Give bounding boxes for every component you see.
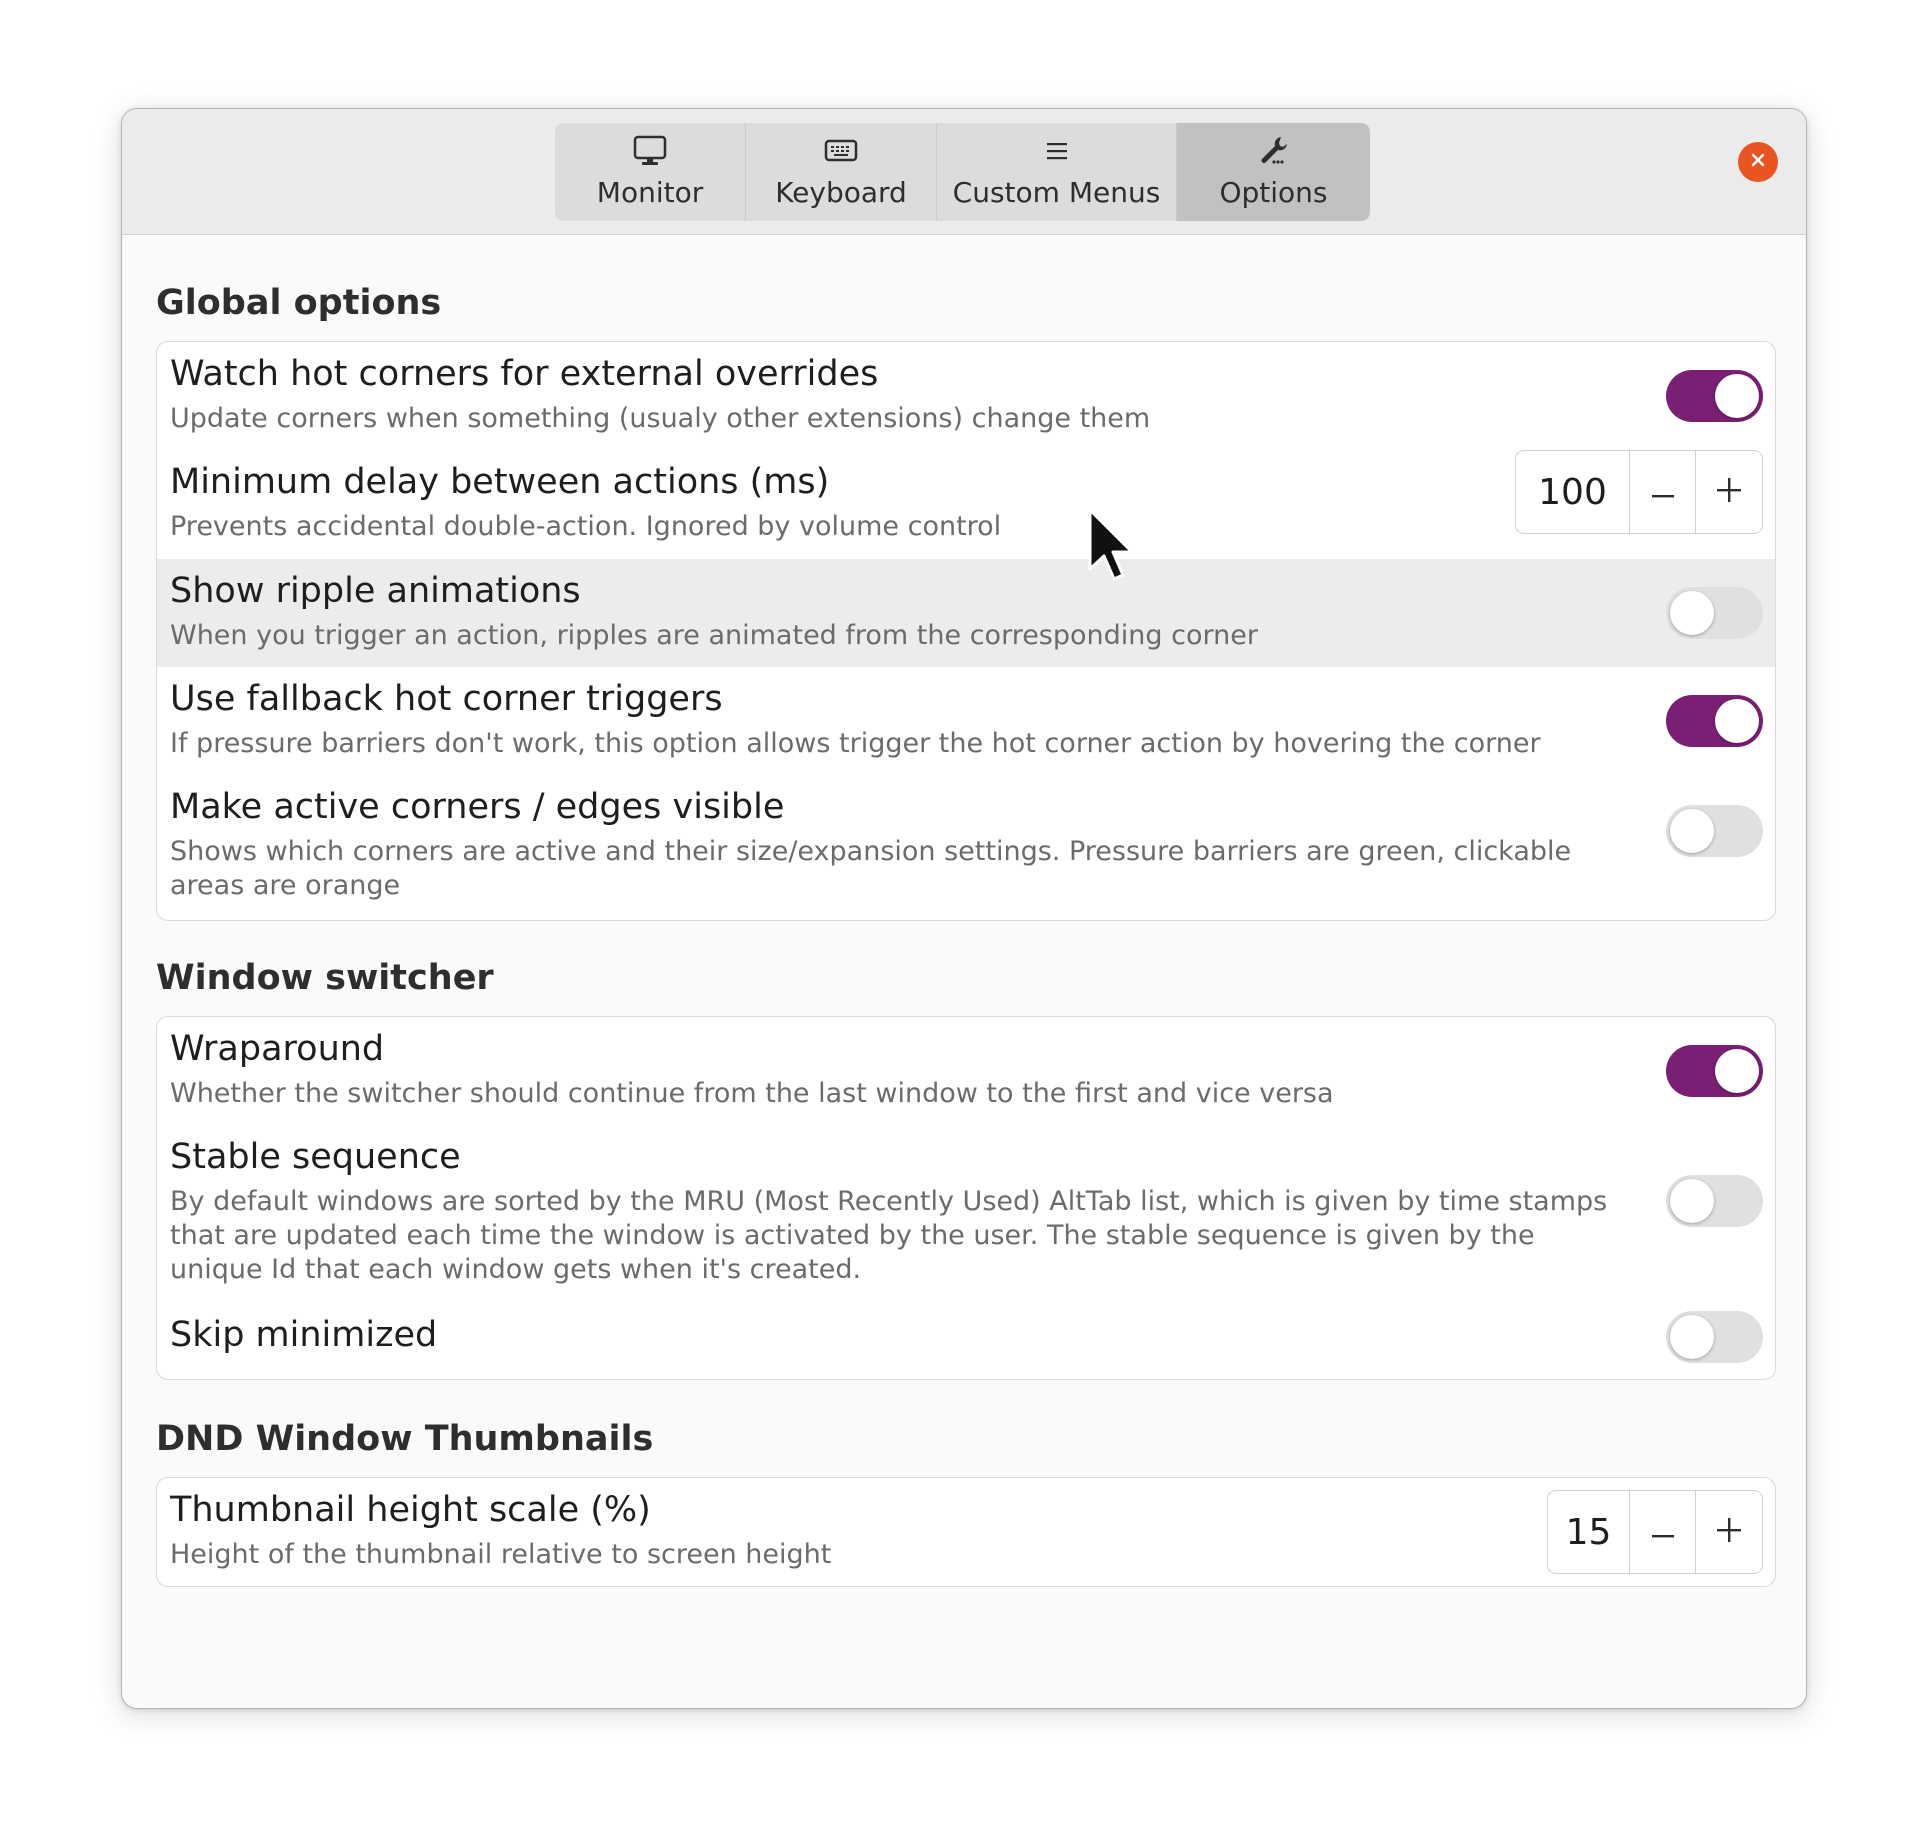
wrench-icon: [1256, 133, 1292, 169]
setting-row-fallback-triggers[interactable]: Use fallback hot corner triggers If pres…: [157, 667, 1775, 775]
section-title-dnd-thumbnails: DND Window Thumbnails: [156, 1419, 654, 1459]
options-page: Global options Watch hot corners for ext…: [122, 235, 1806, 1708]
ripple-animations-toggle[interactable]: [1666, 587, 1763, 639]
header-bar: Monitor Keyboard Custom Menus Options: [122, 109, 1806, 235]
decrement-button[interactable]: [1630, 451, 1696, 533]
fallback-triggers-toggle[interactable]: [1666, 695, 1763, 747]
setting-title: Make active corners / edges visible: [170, 787, 785, 827]
tab-keyboard[interactable]: Keyboard: [746, 123, 937, 221]
toggle-knob: [1670, 591, 1714, 635]
section-title-global: Global options: [156, 283, 442, 323]
setting-subtitle: If pressure barriers don't work, this op…: [170, 728, 1541, 759]
close-icon: [1750, 152, 1766, 172]
setting-subtitle: Update corners when something (usualy ot…: [170, 403, 1151, 434]
section-title-window-switcher: Window switcher: [156, 958, 494, 998]
setting-row-wraparound[interactable]: Wraparound Whether the switcher should c…: [157, 1017, 1775, 1125]
setting-title: Skip minimized: [170, 1315, 438, 1355]
mouse-pointer-icon: [1087, 507, 1137, 583]
tab-label: Custom Menus: [952, 176, 1161, 209]
stable-sequence-toggle[interactable]: [1666, 1175, 1763, 1227]
global-options-card: Watch hot corners for external overrides…: [156, 341, 1776, 921]
tab-label: Keyboard: [775, 176, 907, 209]
monitor-icon: [632, 133, 668, 169]
tab-label: Options: [1219, 176, 1328, 209]
visible-corners-toggle[interactable]: [1666, 805, 1763, 857]
setting-row-thumbnail-scale: Thumbnail height scale (%) Height of the…: [157, 1478, 1775, 1586]
setting-subtitle: Shows which corners are active and their…: [170, 836, 1572, 901]
setting-title: Watch hot corners for external overrides: [170, 354, 879, 394]
tab-label: Monitor: [596, 176, 704, 209]
setting-title: Minimum delay between actions (ms): [170, 462, 830, 502]
setting-row-visible-corners[interactable]: Make active corners / edges visible Show…: [157, 775, 1775, 920]
tab-monitor[interactable]: Monitor: [555, 123, 746, 221]
setting-row-skip-minimized[interactable]: Skip minimized: [157, 1293, 1775, 1379]
minus-icon: [1651, 483, 1674, 502]
thumbnail-scale-value[interactable]: 15: [1548, 1491, 1630, 1573]
toggle-knob: [1715, 374, 1759, 418]
plus-icon: [1717, 1518, 1741, 1546]
setting-title: Wraparound: [170, 1029, 385, 1069]
setting-title: Thumbnail height scale (%): [170, 1490, 651, 1530]
toggle-knob: [1670, 1179, 1714, 1223]
window-switcher-card: Wraparound Whether the switcher should c…: [156, 1016, 1776, 1380]
menu-icon: [1039, 133, 1075, 169]
view-switcher: Monitor Keyboard Custom Menus Options: [555, 123, 1370, 221]
setting-title: Stable sequence: [170, 1137, 461, 1177]
setting-row-ripple-animations[interactable]: Show ripple animations When you trigger …: [157, 559, 1775, 667]
setting-title: Show ripple animations: [170, 571, 581, 611]
tab-custom-menus[interactable]: Custom Menus: [937, 123, 1177, 221]
dnd-thumbnails-card: Thumbnail height scale (%) Height of the…: [156, 1477, 1776, 1587]
setting-title: Use fallback hot corner triggers: [170, 679, 723, 719]
setting-subtitle: Prevents accidental double-action. Ignor…: [170, 511, 1002, 542]
setting-row-watch-hot-corners[interactable]: Watch hot corners for external overrides…: [157, 342, 1775, 450]
setting-row-stable-sequence[interactable]: Stable sequence By default windows are s…: [157, 1125, 1775, 1293]
setting-subtitle: Whether the switcher should continue fro…: [170, 1078, 1334, 1109]
plus-icon: [1717, 478, 1741, 506]
thumbnail-scale-spinbutton: 15: [1547, 1490, 1763, 1574]
toggle-knob: [1715, 1049, 1759, 1093]
increment-button[interactable]: [1696, 1491, 1762, 1573]
wraparound-toggle[interactable]: [1666, 1045, 1763, 1097]
minimum-delay-spinbutton: 100: [1515, 450, 1763, 534]
minimum-delay-value[interactable]: 100: [1516, 451, 1630, 533]
setting-subtitle: By default windows are sorted by the MRU…: [170, 1186, 1608, 1285]
toggle-knob: [1670, 809, 1714, 853]
toggle-knob: [1670, 1315, 1714, 1359]
minus-icon: [1651, 1523, 1674, 1542]
toggle-knob: [1715, 699, 1759, 743]
skip-minimized-toggle[interactable]: [1666, 1311, 1763, 1363]
decrement-button[interactable]: [1630, 1491, 1696, 1573]
close-button[interactable]: [1738, 142, 1778, 182]
tab-options[interactable]: Options: [1177, 123, 1370, 221]
keyboard-icon: [823, 133, 859, 169]
increment-button[interactable]: [1696, 451, 1762, 533]
setting-row-minimum-delay: Minimum delay between actions (ms) Preve…: [157, 450, 1775, 559]
preferences-window: Monitor Keyboard Custom Menus Options Gl…: [121, 108, 1807, 1709]
setting-subtitle: When you trigger an action, ripples are …: [170, 620, 1258, 651]
watch-hot-corners-toggle[interactable]: [1666, 370, 1763, 422]
setting-subtitle: Height of the thumbnail relative to scre…: [170, 1539, 832, 1570]
